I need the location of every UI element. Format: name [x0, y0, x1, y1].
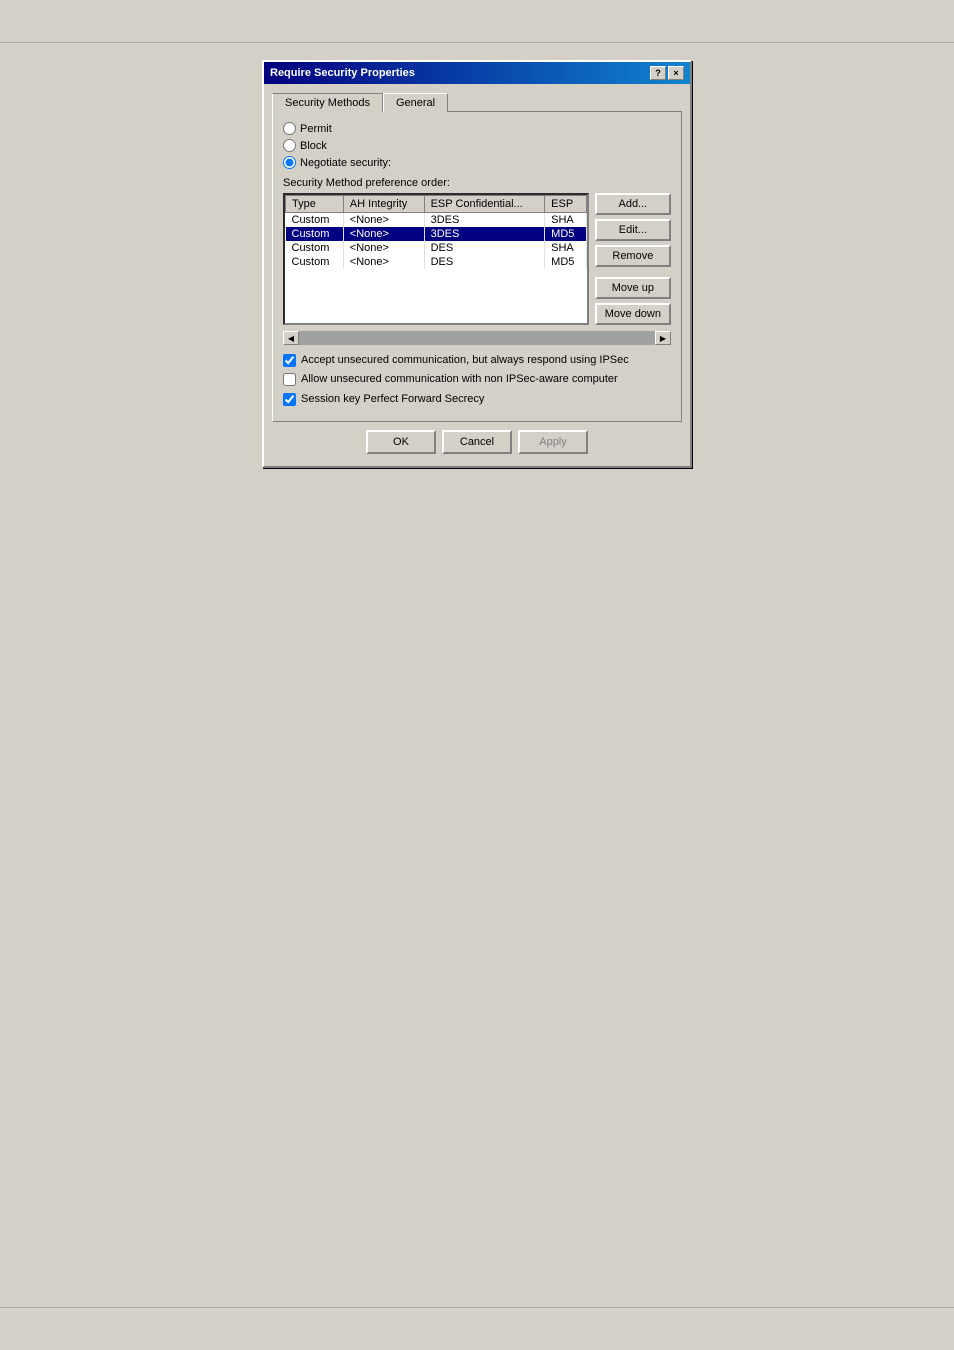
permit-label[interactable]: Permit [300, 123, 332, 135]
radio-permit: Permit [283, 122, 671, 135]
row4-type: Custom [286, 255, 344, 269]
scroll-left-button[interactable]: ◀ [283, 331, 299, 345]
add-button[interactable]: Add... [595, 193, 671, 215]
move-up-button[interactable]: Move up [595, 277, 671, 299]
col-type: Type [286, 196, 344, 213]
row1-esp-conf: 3DES [424, 213, 545, 228]
row1-ah: <None> [343, 213, 424, 228]
tab-panel: Permit Block Negotiate security: Securit… [272, 111, 682, 422]
table-row[interactable]: Custom <None> DES MD5 [286, 255, 587, 269]
row1-esp: SHA [545, 213, 587, 228]
ok-button[interactable]: OK [366, 430, 436, 454]
permit-radio[interactable] [283, 122, 296, 135]
horizontal-scrollbar: ◀ ▶ [283, 331, 671, 345]
radio-block: Block [283, 139, 671, 152]
block-label[interactable]: Block [300, 140, 327, 152]
security-methods-table: Type AH Integrity ESP Confidential... ES… [285, 195, 587, 269]
row3-ah: <None> [343, 241, 424, 255]
row2-esp: MD5 [545, 227, 587, 241]
accept-unsecured-label[interactable]: Accept unsecured communication, but alwa… [301, 353, 629, 367]
row4-esp-conf: DES [424, 255, 545, 269]
row3-esp-conf: DES [424, 241, 545, 255]
radio-negotiate: Negotiate security: [283, 156, 671, 169]
title-bar-buttons: ? × [650, 66, 684, 80]
allow-unsecured-label[interactable]: Allow unsecured communication with non I… [301, 372, 618, 386]
accept-unsecured-checkbox[interactable] [283, 354, 296, 367]
table-row[interactable]: Custom <None> 3DES MD5 [286, 227, 587, 241]
row3-esp: SHA [545, 241, 587, 255]
checkbox-allow-unsecured: Allow unsecured communication with non I… [283, 372, 671, 386]
row3-type: Custom [286, 241, 344, 255]
checkbox-session-key: Session key Perfect Forward Secrecy [283, 392, 671, 406]
remove-button[interactable]: Remove [595, 245, 671, 267]
tab-security-methods[interactable]: Security Methods [272, 93, 383, 112]
checkbox-accept-unsecured: Accept unsecured communication, but alwa… [283, 353, 671, 367]
dialog-title: Require Security Properties [270, 67, 415, 79]
checkbox-group: Accept unsecured communication, but alwa… [283, 353, 671, 406]
col-esp: ESP [545, 196, 587, 213]
move-down-button[interactable]: Move down [595, 303, 671, 325]
col-esp-confidential: ESP Confidential... [424, 196, 545, 213]
preference-order-label: Security Method preference order: [283, 177, 671, 189]
apply-button[interactable]: Apply [518, 430, 588, 454]
scroll-track[interactable] [299, 331, 655, 345]
allow-unsecured-checkbox[interactable] [283, 373, 296, 386]
row1-type: Custom [286, 213, 344, 228]
table-row[interactable]: Custom <None> DES SHA [286, 241, 587, 255]
title-bar: Require Security Properties ? × [264, 62, 690, 84]
cancel-button[interactable]: Cancel [442, 430, 512, 454]
help-button[interactable]: ? [650, 66, 666, 80]
negotiate-label[interactable]: Negotiate security: [300, 157, 391, 169]
bottom-buttons: OK Cancel Apply [272, 422, 682, 458]
security-methods-table-wrapper: Type AH Integrity ESP Confidential... ES… [283, 193, 589, 325]
session-key-checkbox[interactable] [283, 393, 296, 406]
require-security-dialog: Require Security Properties ? × Security… [262, 60, 692, 468]
edit-button[interactable]: Edit... [595, 219, 671, 241]
table-container: Type AH Integrity ESP Confidential... ES… [283, 193, 671, 325]
row2-ah: <None> [343, 227, 424, 241]
row4-esp: MD5 [545, 255, 587, 269]
row2-esp-conf: 3DES [424, 227, 545, 241]
dialog-content: Security Methods General Permit Block Ne… [264, 84, 690, 466]
block-radio[interactable] [283, 139, 296, 152]
scroll-right-button[interactable]: ▶ [655, 331, 671, 345]
row4-ah: <None> [343, 255, 424, 269]
col-ah-integrity: AH Integrity [343, 196, 424, 213]
session-key-label[interactable]: Session key Perfect Forward Secrecy [301, 392, 484, 406]
tab-general[interactable]: General [383, 93, 448, 112]
negotiate-radio[interactable] [283, 156, 296, 169]
radio-group: Permit Block Negotiate security: [283, 122, 671, 169]
action-buttons: Add... Edit... Remove Move up Move down [595, 193, 671, 325]
close-button[interactable]: × [668, 66, 684, 80]
tab-bar: Security Methods General [272, 92, 682, 111]
table-row[interactable]: Custom <None> 3DES SHA [286, 213, 587, 228]
row2-type: Custom [286, 227, 344, 241]
